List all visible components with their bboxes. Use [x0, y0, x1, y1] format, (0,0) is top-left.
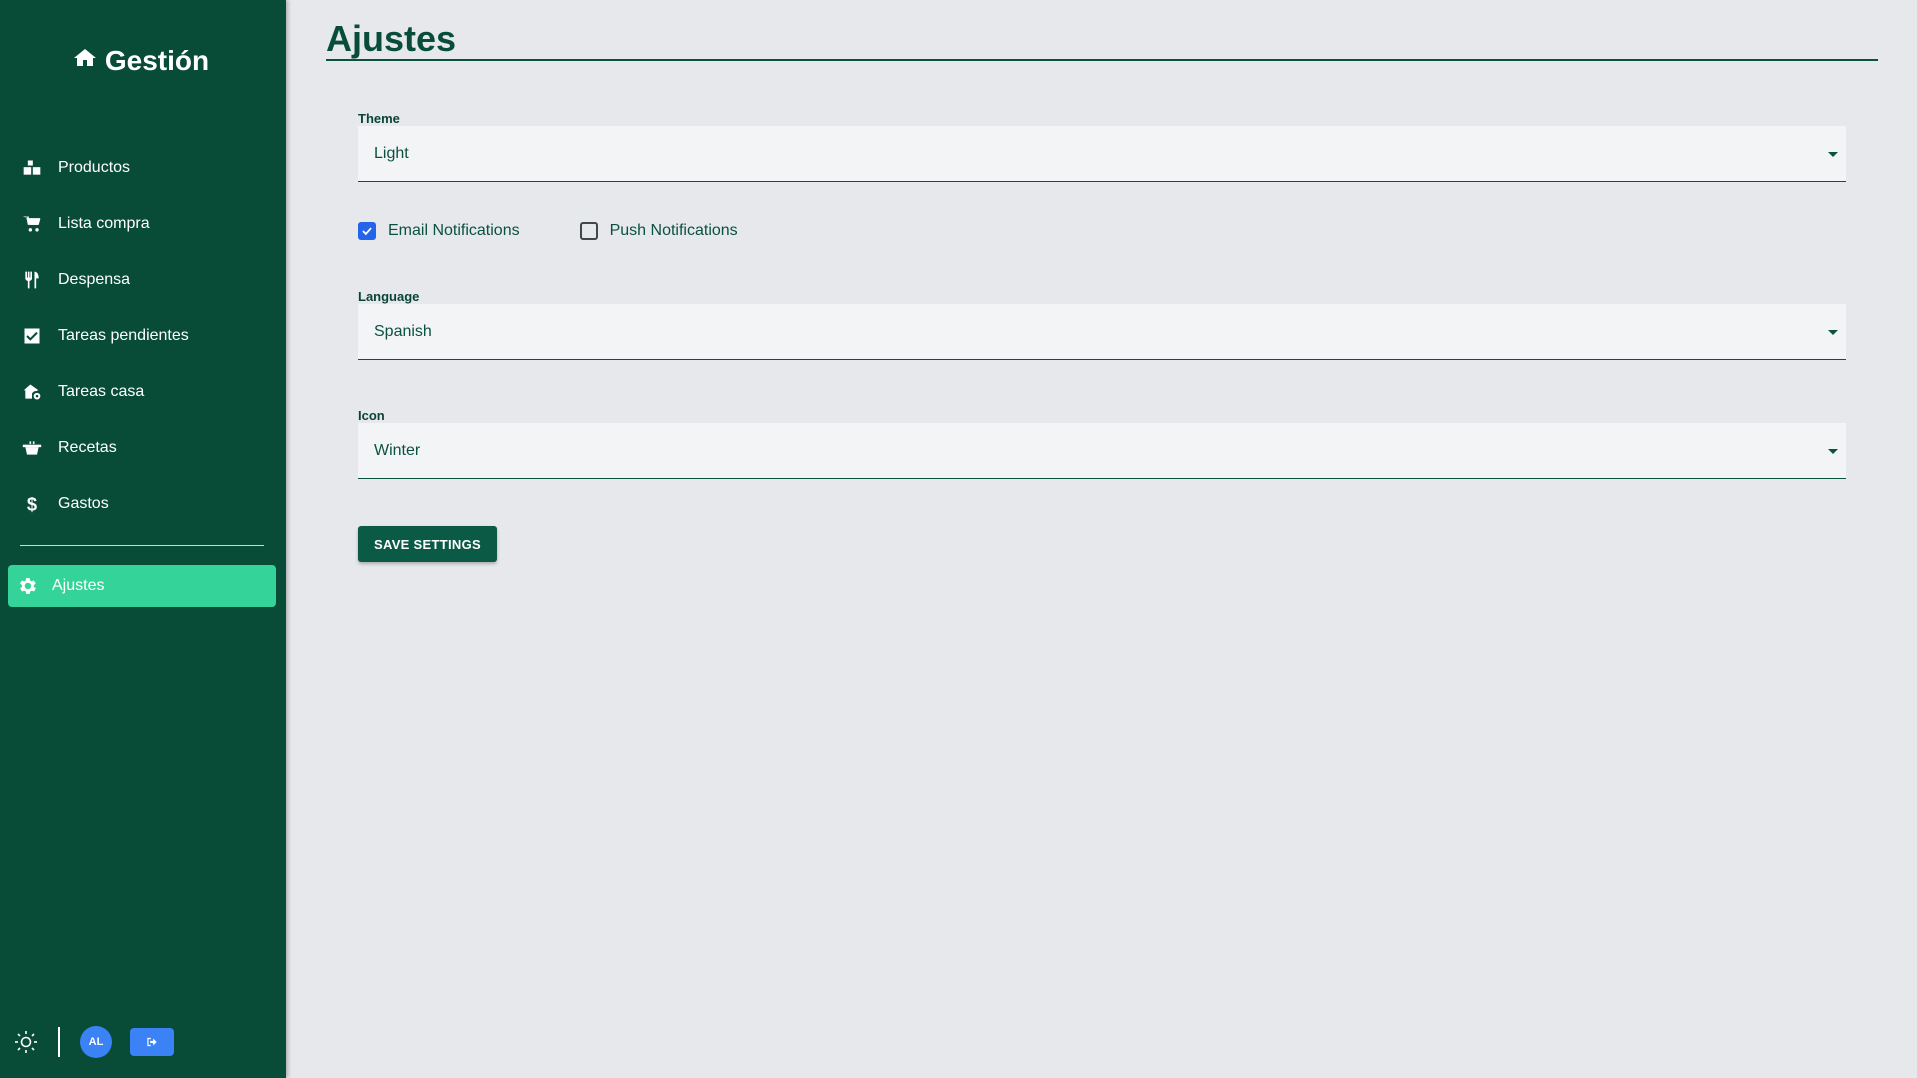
- push-notifications-checkbox[interactable]: [579, 222, 598, 240]
- sidebar-footer: AL: [14, 1026, 174, 1058]
- sidebar-item-label: Lista compra: [58, 215, 150, 232]
- sidebar-item-despensa[interactable]: Despensa: [0, 252, 286, 308]
- sidebar-item-tareas-casa[interactable]: Tareas casa: [0, 364, 286, 420]
- email-notifications-checkbox[interactable]: [358, 222, 376, 240]
- dollar-icon: $: [22, 494, 42, 514]
- icon-value: Winter: [374, 441, 421, 459]
- chevron-down-icon: [1828, 448, 1838, 454]
- sidebar-item-lista-compra[interactable]: Lista compra: [0, 196, 286, 252]
- language-label: Language: [358, 289, 420, 304]
- language-value: Spanish: [374, 322, 432, 340]
- home-icon: [73, 45, 97, 77]
- logout-icon: [147, 1037, 157, 1047]
- app-root: Gestión Productos Lista compra Despensa: [0, 0, 1917, 1078]
- page-title: Ajustes: [326, 18, 457, 59]
- logout-button[interactable]: [130, 1028, 174, 1056]
- boxes-icon: [22, 158, 42, 178]
- utensils-icon: [22, 270, 42, 290]
- sidebar-item-tareas-pendientes[interactable]: Tareas pendientes: [0, 308, 286, 364]
- sidebar-item-label: Tareas casa: [58, 383, 145, 400]
- gear-icon: [16, 575, 38, 597]
- theme-label: Theme: [358, 111, 400, 126]
- pot-icon: [22, 438, 42, 458]
- brand[interactable]: Gestión: [0, 45, 282, 77]
- notifications-row: Email Notifications Push Notifications: [358, 222, 798, 240]
- icon-label: Icon: [358, 408, 385, 423]
- sidebar-item-label: Despensa: [58, 271, 131, 288]
- sidebar-item-recetas[interactable]: Recetas: [0, 420, 286, 476]
- main-content: Ajustes Theme Light Email Notifications …: [286, 0, 1917, 1078]
- sidebar: Gestión Productos Lista compra Despensa: [0, 0, 286, 1078]
- sidebar-item-label: Recetas: [58, 439, 117, 456]
- sidebar-item-gastos[interactable]: $ Gastos: [0, 476, 286, 532]
- language-select[interactable]: Spanish: [358, 304, 1846, 360]
- sidebar-item-label: Tareas pendientes: [58, 327, 189, 344]
- icon-select[interactable]: Winter: [358, 423, 1846, 479]
- push-notifications-label: Push Notifications: [609, 222, 738, 239]
- chevron-down-icon: [1828, 151, 1838, 157]
- save-settings-button[interactable]: SAVE SETTINGS: [358, 526, 497, 562]
- sidebar-item-ajustes[interactable]: Ajustes: [8, 565, 276, 607]
- chevron-down-icon: [1828, 329, 1838, 335]
- email-notifications-label: Email Notifications: [388, 222, 520, 239]
- sidebar-item-productos[interactable]: Productos: [0, 140, 286, 196]
- sidebar-item-label: Ajustes: [52, 577, 105, 594]
- title-divider: [326, 59, 1878, 61]
- sidebar-nav: Productos Lista compra Despensa Tareas p…: [0, 140, 286, 532]
- sidebar-divider: [20, 545, 264, 546]
- svg-text:$: $: [27, 494, 37, 514]
- avatar[interactable]: AL: [80, 1026, 112, 1058]
- sun-icon[interactable]: [14, 1030, 38, 1054]
- cart-icon: [22, 214, 42, 234]
- sidebar-item-label: Productos: [58, 159, 131, 176]
- checkbox-icon: [22, 326, 42, 346]
- theme-value: Light: [374, 144, 409, 162]
- brand-name: Gestión: [104, 45, 210, 76]
- email-notifications-option[interactable]: Email Notifications: [358, 222, 520, 240]
- house-gear-icon: [22, 382, 42, 402]
- sidebar-item-label: Gastos: [58, 495, 109, 512]
- footer-separator: [58, 1027, 60, 1057]
- theme-select[interactable]: Light: [358, 126, 1846, 182]
- push-notifications-option[interactable]: Push Notifications: [579, 222, 738, 240]
